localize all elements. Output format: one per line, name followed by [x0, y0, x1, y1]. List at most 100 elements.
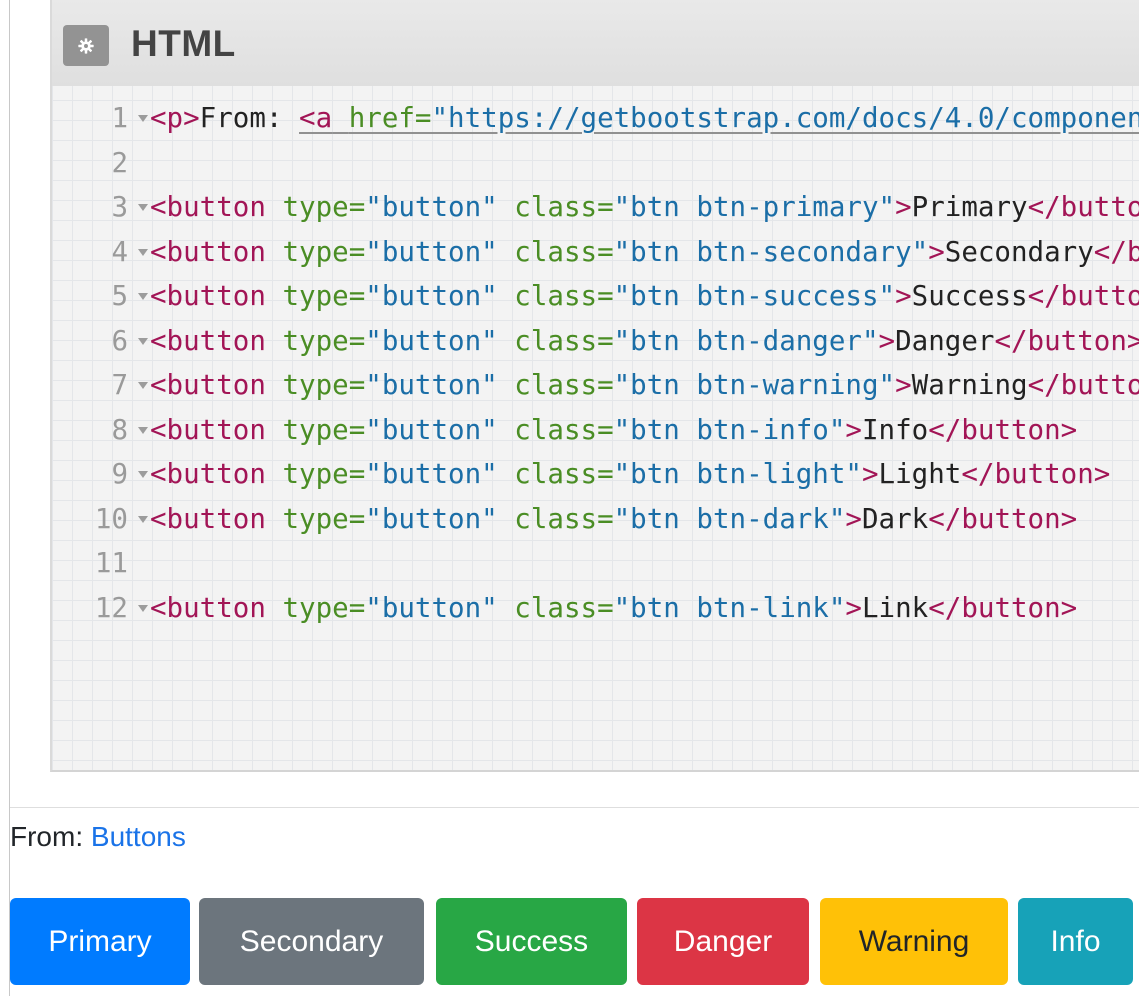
code-token-attr: type=	[282, 413, 366, 446]
code-text: <p>From: <a href="https://getbootstrap.c…	[150, 96, 1139, 141]
code-area[interactable]: 1 <p>From: <a href="https://getbootstrap.…	[52, 96, 1139, 630]
buttons-link[interactable]: Buttons	[91, 821, 186, 852]
code-text: <button type="button" class="btn btn-suc…	[150, 274, 1139, 319]
fold-arrow-icon[interactable]	[138, 515, 148, 523]
code-token-tag: </button>	[1027, 280, 1139, 312]
code-token-txt: Info	[861, 413, 929, 446]
code-token-tag: >	[845, 413, 862, 446]
gear-icon	[78, 37, 94, 54]
code-token-txt: Secondary	[944, 235, 1094, 268]
from-label: From:	[10, 821, 84, 852]
editor-header: HTML	[52, 0, 1139, 86]
line-number: 9	[111, 458, 128, 490]
code-text: <button type="button" class="btn btn-sec…	[150, 230, 1139, 275]
success-button[interactable]: Success	[436, 898, 627, 985]
line-number: 2	[111, 146, 128, 179]
code-token-str: "button"	[365, 458, 498, 490]
code-line[interactable]: 10 <button type="button" class="btn btn-d…	[52, 497, 1139, 542]
code-token-tag: >	[878, 324, 896, 357]
warning-button[interactable]: Warning	[820, 898, 1008, 985]
line-gutter: 5	[52, 274, 138, 319]
html-editor-panel: HTML 1 <p>From: <a href="https://getboots…	[50, 0, 1139, 772]
code-line[interactable]: 12 <button type="button" class="btn btn-l…	[52, 586, 1139, 631]
code-token-attr: type=	[282, 191, 366, 223]
result-divider	[10, 807, 1139, 808]
code-token-tag: </button>	[1027, 191, 1139, 223]
secondary-button[interactable]: Secondary	[199, 898, 424, 985]
fold-arrow-icon[interactable]	[138, 204, 148, 211]
fold-arrow-icon[interactable]	[138, 337, 148, 345]
from-line: From: Buttons	[10, 815, 186, 859]
code-token-attr: type=	[282, 369, 366, 401]
code-token-attr: href=	[348, 102, 432, 134]
code-token-str: "button"	[365, 591, 498, 624]
code-token-attr: type=	[282, 591, 366, 624]
code-text: <button type="button" class="btn btn-dan…	[150, 319, 1139, 364]
code-token-attr: class=	[514, 591, 614, 624]
code-token-txt: Warning	[911, 369, 1028, 401]
code-line[interactable]: 1 <p>From: <a href="https://getbootstrap.…	[52, 96, 1139, 141]
code-token-tag: <button	[150, 324, 266, 357]
code-token-attr: class=	[514, 458, 614, 490]
code-token-tag: <button	[150, 369, 266, 401]
code-token-attr: type=	[282, 458, 366, 490]
code-token-str: "btn btn-danger"	[613, 324, 879, 357]
code-line[interactable]: 5 <button type="button" class="btn btn-su…	[52, 274, 1139, 319]
code-line[interactable]: 6 <button type="button" class="btn btn-da…	[52, 319, 1139, 364]
code-token-tag: >	[845, 502, 862, 535]
fold-arrow-icon[interactable]	[138, 471, 148, 478]
code-token-tag: <button	[150, 591, 266, 624]
code-token-tag: >	[861, 458, 879, 490]
code-text: <button type="button" class="btn btn-pri…	[150, 185, 1139, 230]
primary-button[interactable]: Primary	[10, 898, 190, 985]
info-button[interactable]: Info	[1018, 898, 1133, 985]
danger-button[interactable]: Danger	[637, 898, 809, 985]
code-token-tag: </button>	[1093, 235, 1139, 268]
code-text: <button type="button" class="btn btn-war…	[150, 363, 1139, 408]
line-number: 4	[111, 235, 128, 268]
code-token-str: "btn btn-primary"	[613, 191, 896, 223]
fold-arrow-icon[interactable]	[138, 604, 148, 612]
code-line[interactable]: 8 <button type="button" class="btn btn-in…	[52, 408, 1139, 453]
code-token-str: "btn btn-secondary"	[613, 235, 929, 268]
line-number: 6	[111, 324, 128, 357]
code-token-tag: </button>	[1027, 369, 1139, 401]
code-line[interactable]: 9 <button type="button" class="btn btn-li…	[52, 452, 1139, 497]
fold-arrow-icon[interactable]	[138, 382, 148, 389]
fold-arrow-icon[interactable]	[138, 248, 148, 256]
fold-arrow-icon[interactable]	[138, 293, 148, 300]
code-token-txt: Light	[878, 458, 962, 490]
code-text: <button type="button" class="btn btn-dar…	[150, 497, 1077, 542]
code-text: <button type="button" class="btn btn-lin…	[150, 586, 1077, 631]
code-line[interactable]: 3 <button type="button" class="btn btn-pr…	[52, 185, 1139, 230]
code-token-str: "btn btn-light"	[613, 458, 862, 490]
settings-button[interactable]	[63, 25, 109, 66]
code-token-tag: </button>	[961, 458, 1111, 490]
code-token-str: "button"	[365, 413, 498, 446]
code-line[interactable]: 7 <button type="button" class="btn btn-wa…	[52, 363, 1139, 408]
code-token-txt: Success	[911, 280, 1028, 312]
line-gutter: 4	[52, 230, 138, 275]
line-number: 12	[94, 591, 128, 624]
code-line[interactable]: 11	[52, 541, 1139, 586]
editor-title: HTML	[131, 23, 236, 64]
fold-arrow-icon[interactable]	[138, 426, 148, 434]
fold-arrow-icon[interactable]	[138, 115, 148, 122]
code-token-attr: type=	[282, 502, 366, 535]
code-token-tag: </button>	[928, 591, 1078, 624]
code-text: <button type="button" class="btn btn-lig…	[150, 452, 1110, 497]
line-gutter: 1	[52, 96, 138, 141]
code-token-tag: <a	[299, 102, 333, 134]
code-token-attr: class=	[514, 502, 614, 535]
code-line[interactable]: 2	[52, 141, 1139, 186]
code-line[interactable]: 4 <button type="button" class="btn btn-se…	[52, 230, 1139, 275]
